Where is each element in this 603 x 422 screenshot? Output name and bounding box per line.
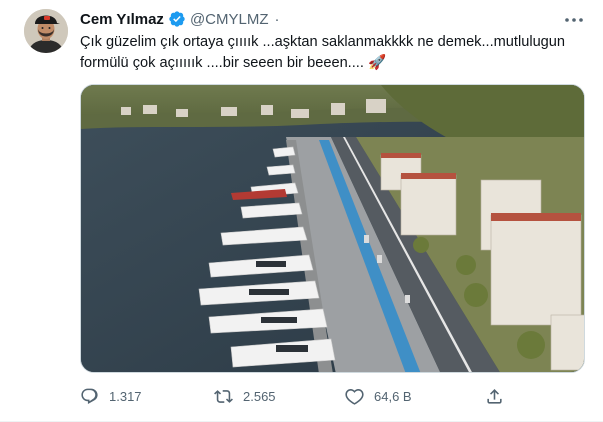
retweet-icon [214, 389, 233, 403]
tweet-media[interactable] [80, 84, 585, 373]
tweet-actions: 1.317 2.565 64,6 B [80, 383, 502, 409]
aerial-marina-photo [81, 85, 584, 372]
like-count: 64,6 B [374, 388, 412, 404]
retweet-count: 2.565 [243, 388, 276, 404]
tweet-text: Çık güzelim çık ortaya çıııık ...aşktan … [80, 34, 566, 71]
share-button[interactable] [485, 383, 504, 409]
tweet-header: Cem Yılmaz @CMYLMZ · [80, 9, 282, 29]
author-handle[interactable]: @CMYLMZ [190, 11, 269, 28]
more-options-button[interactable] [563, 10, 585, 30]
avatar[interactable] [24, 9, 68, 53]
more-dots-icon [565, 18, 583, 22]
verified-badge-icon [168, 10, 186, 28]
header-separator: · [274, 10, 280, 28]
tweet-card[interactable]: Cem Yılmaz @CMYLMZ · Çık güzelim çık ort… [0, 0, 603, 422]
reply-button[interactable]: 1.317 [80, 383, 142, 409]
author-display-name[interactable]: Cem Yılmaz [80, 11, 164, 28]
like-button[interactable]: 64,6 B [345, 383, 412, 409]
avatar-photo [24, 9, 68, 53]
heart-icon [345, 388, 364, 405]
reply-icon [81, 388, 98, 404]
share-icon [487, 388, 502, 404]
retweet-button[interactable]: 2.565 [214, 383, 276, 409]
reply-count: 1.317 [109, 388, 142, 404]
